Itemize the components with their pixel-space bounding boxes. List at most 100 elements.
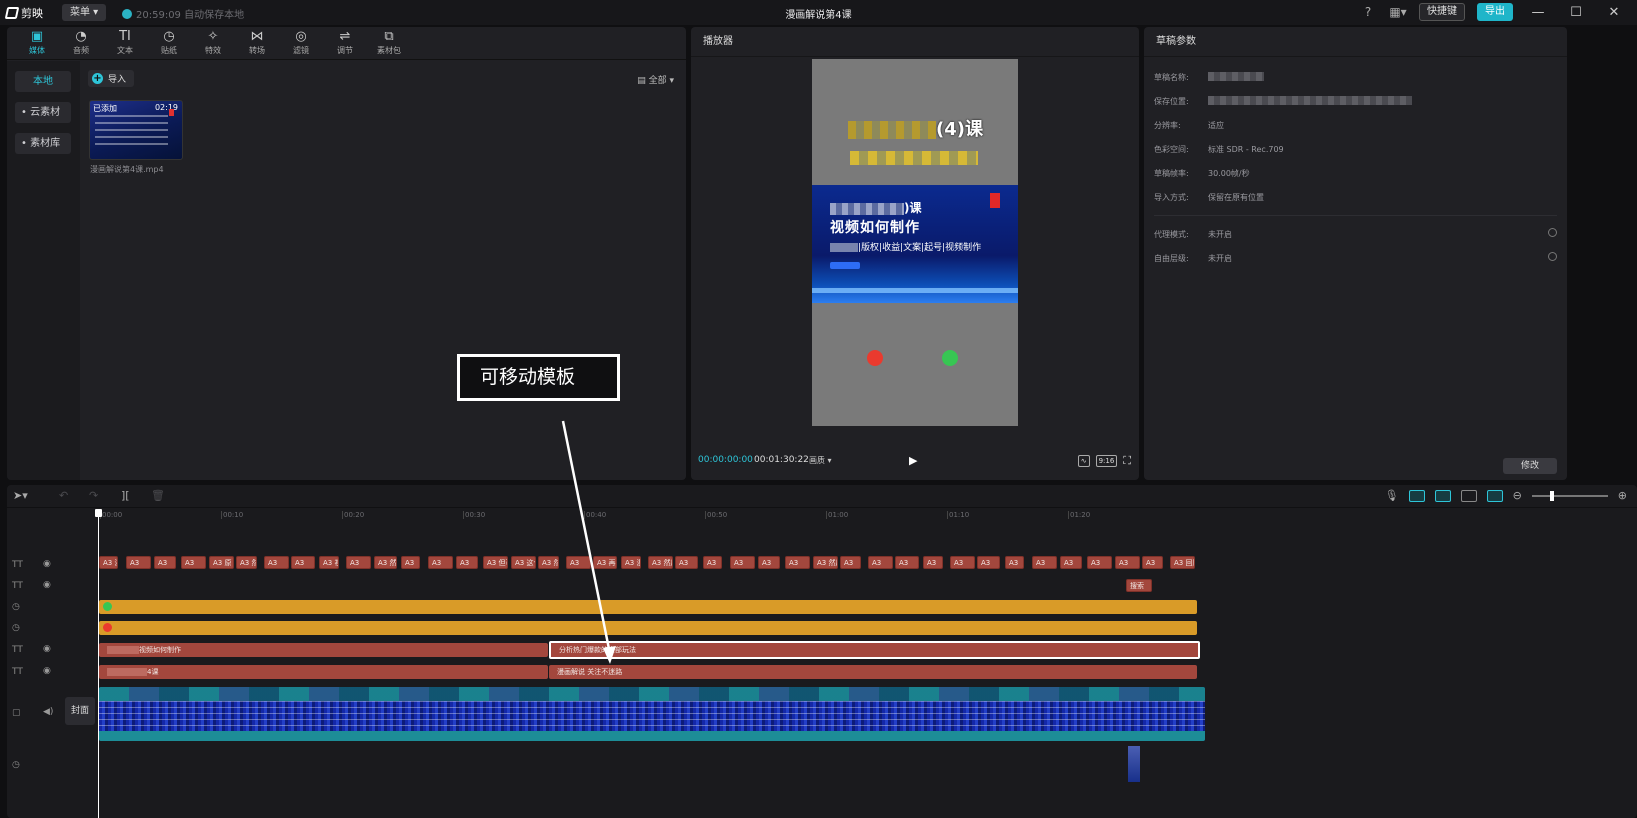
tab-transition[interactable]: ⋈ 转场 [235,27,279,59]
text-clip[interactable]: A3 [950,556,975,569]
text-clip[interactable]: A3 [264,556,289,569]
text-clip[interactable]: A3 [785,556,810,569]
text-clip[interactable]: A3 [675,556,698,569]
text-clip[interactable]: A3 [1087,556,1112,569]
text-clip[interactable]: A3 [456,556,478,569]
text-clip[interactable]: A3 [703,556,722,569]
text-clip[interactable]: A3 [1005,556,1024,569]
zoom-slider[interactable] [1531,490,1608,501]
text-clip[interactable]: A3 这个 [511,556,536,569]
maximize-icon[interactable]: ☐ [1563,5,1589,20]
text-clip[interactable]: A3 回顾 [1170,556,1195,569]
time-ruler[interactable]: 00:00 00:10 00:20 00:30 00:40 00:50 01:0… [98,509,1637,521]
text-clip[interactable]: A3 [1142,556,1163,569]
edit-button[interactable]: 修改 [1503,458,1557,474]
text-clip[interactable]: A3 然后 [813,556,838,569]
export-button[interactable]: 导出 [1477,3,1513,21]
cover-button[interactable]: 封面 [65,697,95,725]
linkage-icon[interactable] [1460,489,1477,502]
text-clip[interactable]: 漫画解说 关注不迷路 [549,665,1197,679]
minimize-icon[interactable]: — [1525,5,1551,20]
quality-dropdown[interactable]: 画质 ▾ [809,455,832,466]
delete-icon[interactable]: 🗑 [151,489,165,502]
text-clip[interactable]: A3 [977,556,1000,569]
text-clip[interactable]: A3 [758,556,780,569]
undo-icon[interactable]: ↶ [59,489,68,502]
view-filter[interactable]: ▤ 全部 ▾ [637,73,674,86]
text-clip[interactable]: A3 [1032,556,1057,569]
text-clip[interactable]: 搜索 [1126,579,1152,592]
tab-package[interactable]: ⧉ 素材包 [367,27,411,59]
close-icon[interactable]: ✕ [1601,5,1627,20]
text-clip-selected[interactable]: 分析热门爆款的全部玩法 [549,641,1200,659]
eye-icon[interactable]: ◉ [43,644,51,654]
text-clip[interactable]: A3 然后播 [374,556,397,569]
tab-media[interactable]: ▣ 媒体 [15,27,59,59]
text-clip[interactable]: A3 [154,556,176,569]
import-button[interactable]: + 导入 [88,70,135,87]
menu-button[interactable]: 菜单 ▾ [62,4,107,21]
zoom-out-icon[interactable]: ⊖ [1513,489,1522,502]
eye-icon[interactable]: ◉ [43,580,51,590]
help-icon[interactable]: ? [1359,3,1377,21]
video-preview[interactable]: (4)课 )课 视频如何制作 |版权|收益|文案|起号|视频制作 [812,59,1018,426]
text-clip[interactable]: A3 [1115,556,1140,569]
tab-text[interactable]: TI 文本 [103,27,147,59]
text-clip[interactable]: A3 [401,556,420,569]
fullscreen-icon[interactable]: ⛶ [1123,454,1131,468]
tab-filter[interactable]: ◎ 滤镜 [279,27,323,59]
play-icon[interactable]: ▶ [909,454,917,467]
tab-sticker[interactable]: ◷ 贴纸 [147,27,191,59]
select-cursor-icon[interactable]: ➤▾ [13,489,28,502]
preview-axis-icon[interactable] [1486,489,1503,502]
split-icon[interactable]: ][ [121,489,130,502]
text-clip[interactable]: A3 再 [593,556,617,569]
side-item-cloud[interactable]: • 云素材 [15,102,71,123]
info-icon[interactable] [1548,228,1557,237]
zoom-slider-knob[interactable] [1549,490,1554,501]
text-clip[interactable]: A3 但可 [483,556,508,569]
text-clip[interactable]: A3 [895,556,919,569]
text-clip[interactable]: A3 原 [209,556,234,569]
ratio-button[interactable]: 9:16 [1095,455,1118,467]
layout-icon[interactable]: ▦▾ [1389,3,1407,21]
text-clip[interactable]: A3 [291,556,315,569]
text-clip[interactable]: A3 漫画 [99,556,118,569]
auto-snap-icon[interactable] [1434,489,1451,502]
text-clip[interactable]: 4课 [99,665,548,679]
media-thumbnail[interactable]: 已添加 02:19 [89,100,183,160]
waveform-icon[interactable]: ∿ [1077,455,1090,467]
text-clip[interactable]: A3 [346,556,371,569]
text-clip[interactable]: A3 然后就 [648,556,673,569]
text-clip[interactable]: A3 漫画 [621,556,641,569]
text-clip[interactable]: A3 [923,556,943,569]
zoom-in-icon[interactable]: ⊕ [1618,489,1627,502]
tab-effects[interactable]: ✧ 特效 [191,27,235,59]
sticker-clip[interactable] [99,621,1197,635]
audio-clip[interactable] [1128,746,1140,782]
side-item-local[interactable]: 本地 [15,71,71,92]
eye-icon[interactable]: ◉ [43,559,51,569]
redo-icon[interactable]: ↷ [89,489,98,502]
playhead[interactable] [95,509,102,818]
text-clip[interactable]: A3 然 [236,556,257,569]
info-icon[interactable] [1548,252,1557,261]
text-clip[interactable]: A3 [868,556,893,569]
text-clip[interactable]: A3 [428,556,453,569]
text-clip[interactable]: A3 视 [319,556,339,569]
shortcut-button[interactable]: 快捷键 [1419,3,1465,21]
text-clip[interactable]: A3 [730,556,755,569]
main-track-magnet-icon[interactable] [1408,489,1425,502]
text-clip[interactable]: A3 然后再 [538,556,559,569]
text-clip[interactable]: A3 [840,556,861,569]
tab-audio[interactable]: ◔ 音频 [59,27,103,59]
text-clip[interactable]: 视频如何制作 [99,643,548,657]
text-clip[interactable]: A3 [181,556,206,569]
text-clip[interactable]: A3 [566,556,591,569]
audio-mute-icon[interactable]: ◀) [43,707,53,717]
main-video-track[interactable] [99,687,1205,741]
text-clip[interactable]: A3 [1060,556,1082,569]
side-item-library[interactable]: • 素材库 [15,133,71,154]
sticker-clip[interactable] [99,600,1197,614]
tab-adjust[interactable]: ⇌ 调节 [323,27,367,59]
